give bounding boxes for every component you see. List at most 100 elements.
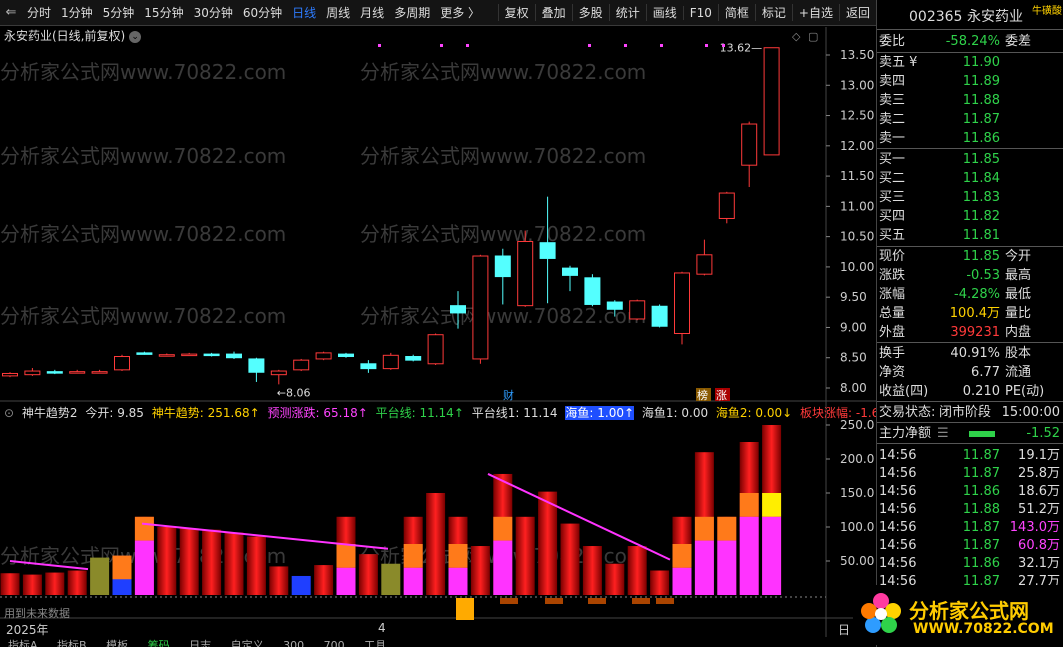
signal-dot bbox=[722, 44, 725, 47]
main-flow-row[interactable]: 主力净额 ☰ -1.52 bbox=[877, 424, 1063, 443]
tool-multi-stock[interactable]: 多股 bbox=[571, 4, 609, 21]
back-arrow-icon[interactable]: ⇐ bbox=[0, 5, 22, 20]
tool-stats[interactable]: 统计 bbox=[608, 4, 646, 21]
sell-row[interactable]: 卖五 ¥ 11.90 bbox=[877, 53, 1063, 72]
candle-body bbox=[382, 354, 399, 370]
period-1min[interactable]: 1分钟 bbox=[56, 4, 98, 21]
price-tick-label: 10.50 bbox=[840, 230, 874, 244]
signal-dot bbox=[705, 44, 708, 47]
volume-bar bbox=[179, 528, 199, 595]
tick-row: 14:56 11.87 19.1万 bbox=[877, 446, 1063, 465]
period-60min[interactable]: 60分钟 bbox=[238, 4, 287, 21]
tab-indicator-b[interactable]: 指标B bbox=[49, 639, 95, 647]
buy-row[interactable]: 买二 11.84 bbox=[877, 169, 1063, 188]
volume-bar bbox=[157, 527, 177, 595]
forecast-cap bbox=[112, 555, 132, 580]
indicator-today-open: 今开: 9.85 bbox=[85, 406, 144, 420]
tab-template[interactable]: 模板 bbox=[98, 639, 136, 647]
candle-body bbox=[114, 356, 130, 371]
price-tick-label: 11.00 bbox=[840, 199, 874, 213]
signal-bar bbox=[456, 598, 474, 620]
candle-body bbox=[763, 47, 780, 156]
tool-f10[interactable]: F10 bbox=[682, 5, 718, 20]
event-zhang-label: 涨 bbox=[716, 389, 727, 402]
future-data-warning: 用到未来数据 bbox=[4, 607, 70, 620]
indicator-expand-icon[interactable]: ⊙ bbox=[4, 406, 14, 420]
period-weekly[interactable]: 周线 bbox=[321, 4, 355, 21]
price-tick-label: 9.50 bbox=[840, 290, 867, 304]
stat-value: 399231 bbox=[950, 325, 1000, 340]
quote-panel: 002365 永安药业 委比 -58.24% 委差 卖五 ¥ 11.90 卖四 11… bbox=[876, 0, 1063, 647]
tab-300[interactable]: 300 bbox=[275, 639, 312, 647]
signal-dot bbox=[378, 44, 381, 47]
weibi-row: 委比 -58.24% 委差 bbox=[877, 32, 1063, 51]
period-daily[interactable]: 日线 bbox=[287, 4, 321, 21]
tool-draw[interactable]: 画线 bbox=[645, 4, 683, 21]
kline-chart[interactable]: 13.62— ←8.06 13.50 13.00 12.50 12.00 11.50 11.… bbox=[0, 27, 876, 637]
logo-url-text: WWW.70822.COM bbox=[913, 621, 1054, 637]
buy-row[interactable]: 买三 11.83 bbox=[877, 188, 1063, 207]
low-price-label: ←8.06 bbox=[277, 386, 311, 399]
period-more[interactable]: 更多 〉 bbox=[435, 4, 485, 21]
sell-price: 11.90 bbox=[962, 55, 1000, 70]
signal-dot bbox=[588, 44, 591, 47]
indicator-title[interactable]: ⊙ 神牛趋势2 今开: 9.85 神牛趋势: 251.68↑ 预测涨跌: 65.… bbox=[4, 404, 891, 421]
stat-label: 涨跌 bbox=[879, 268, 906, 283]
candle-body bbox=[46, 371, 63, 374]
period-multi[interactable]: 多周期 bbox=[389, 4, 435, 21]
list-icon[interactable]: ☰ bbox=[937, 424, 949, 443]
stat-value: -4.28% bbox=[954, 287, 1000, 302]
forecast-bar bbox=[112, 579, 132, 595]
period-monthly[interactable]: 月线 bbox=[355, 4, 389, 21]
buy-price: 11.82 bbox=[962, 209, 1000, 224]
price-tick-label: 12.50 bbox=[840, 109, 874, 123]
volume-bar bbox=[470, 546, 490, 595]
volume-bar bbox=[627, 546, 647, 595]
tool-back[interactable]: 返回 bbox=[838, 4, 876, 21]
indicator-item-trend: 神牛趋势: 251.68↑ bbox=[151, 406, 260, 420]
volume-bar bbox=[314, 565, 334, 595]
tab-700[interactable]: 700 bbox=[316, 639, 353, 647]
period-15min[interactable]: 15分钟 bbox=[139, 4, 188, 21]
stat-label: 总量 bbox=[879, 306, 906, 321]
status-time: 15:00:00 bbox=[1001, 405, 1060, 420]
buy-row[interactable]: 买五 11.81 bbox=[877, 226, 1063, 245]
weicha-label: 委差 bbox=[1005, 34, 1032, 49]
tab-chips[interactable]: 筹码 bbox=[140, 639, 178, 647]
period-30min[interactable]: 30分钟 bbox=[189, 4, 238, 21]
tab-tools[interactable]: 工具 bbox=[356, 639, 394, 647]
diamond-icon: ◇ bbox=[792, 30, 801, 43]
tool-simple-frame[interactable]: 简框 bbox=[717, 4, 755, 21]
tick-time: 14:56 bbox=[879, 484, 917, 499]
sell-row[interactable]: 卖四 11.89 bbox=[877, 72, 1063, 91]
event-cai-label: 财 bbox=[503, 388, 514, 402]
volume-bar bbox=[269, 566, 289, 595]
candle-body bbox=[315, 352, 332, 360]
indicator-item-platform: 平台线: 11.14↑ bbox=[375, 406, 464, 420]
volume-bar bbox=[202, 529, 222, 595]
candle-body bbox=[741, 123, 758, 166]
tab-custom[interactable]: 自定义 bbox=[223, 639, 272, 647]
signal-dot bbox=[624, 44, 627, 47]
buy-row[interactable]: 买四 11.82 bbox=[877, 207, 1063, 226]
candle-body bbox=[651, 305, 668, 327]
tool-mark[interactable]: 标记 bbox=[754, 4, 792, 21]
signal-bar bbox=[545, 598, 563, 604]
tick-time: 14:56 bbox=[879, 466, 917, 481]
volume-bars-layer bbox=[0, 425, 826, 620]
buy-row[interactable]: 买一 11.85 bbox=[877, 150, 1063, 169]
tool-add-watchlist[interactable]: +自选 bbox=[791, 4, 839, 21]
tab-indicator-a[interactable]: 指标A bbox=[0, 639, 46, 647]
tab-log[interactable]: 日志 bbox=[181, 639, 219, 647]
buy-label: 买一 bbox=[879, 152, 906, 167]
period-5min[interactable]: 5分钟 bbox=[98, 4, 140, 21]
candle-body bbox=[2, 372, 18, 377]
sell-row[interactable]: 卖三 11.88 bbox=[877, 91, 1063, 110]
tool-adjust[interactable]: 复权 bbox=[497, 4, 535, 21]
forecast-bar bbox=[134, 540, 154, 595]
sell-row[interactable]: 卖二 11.87 bbox=[877, 110, 1063, 129]
tick-price: 11.87 bbox=[962, 448, 1000, 463]
tool-overlay[interactable]: 叠加 bbox=[534, 4, 572, 21]
period-intraday[interactable]: 分时 bbox=[22, 4, 56, 21]
sell-row[interactable]: 卖一 11.86 bbox=[877, 129, 1063, 148]
